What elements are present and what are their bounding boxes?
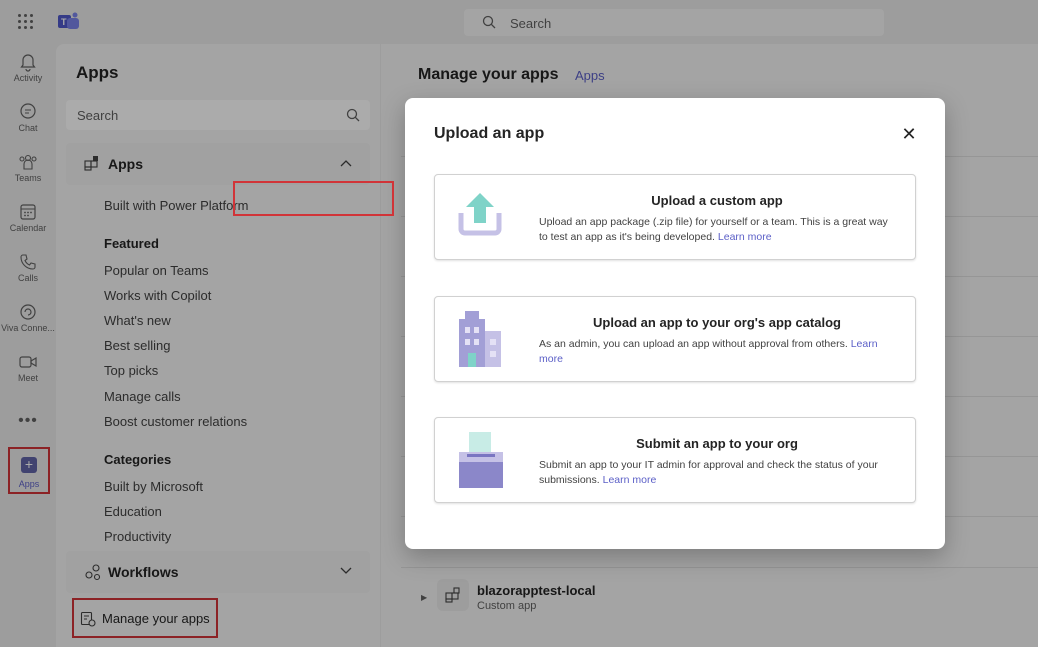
upload-to-org-catalog-card[interactable]: Upload an app to your org's app catalog …: [434, 296, 916, 382]
highlight-box: [233, 181, 394, 216]
card-description: Submit an app to your IT admin for appro…: [539, 459, 878, 486]
learn-more-link[interactable]: Learn more: [603, 474, 657, 486]
upload-custom-app-card[interactable]: Upload a custom app Upload an app packag…: [434, 174, 916, 260]
card-title: Submit an app to your org: [636, 436, 798, 451]
card-title: Upload a custom app: [651, 193, 783, 208]
upload-app-dialog: Upload an app ✕ Upload a custom app Uplo…: [405, 98, 945, 549]
card-description: As an admin, you can upload an app witho…: [539, 338, 878, 365]
dialog-title: Upload an app: [434, 125, 545, 142]
building-icon: [459, 311, 501, 367]
card-title: Upload an app to your org's app catalog: [593, 315, 841, 330]
submit-box-icon: [459, 432, 503, 488]
submit-to-org-card[interactable]: Submit an app to your org Submit an app …: [434, 417, 916, 503]
card-description: Upload an app package (.zip file) for yo…: [539, 216, 888, 243]
learn-more-link[interactable]: Learn more: [718, 231, 772, 243]
close-icon[interactable]: ✕: [900, 125, 918, 143]
upload-arrow-icon: [458, 193, 502, 236]
